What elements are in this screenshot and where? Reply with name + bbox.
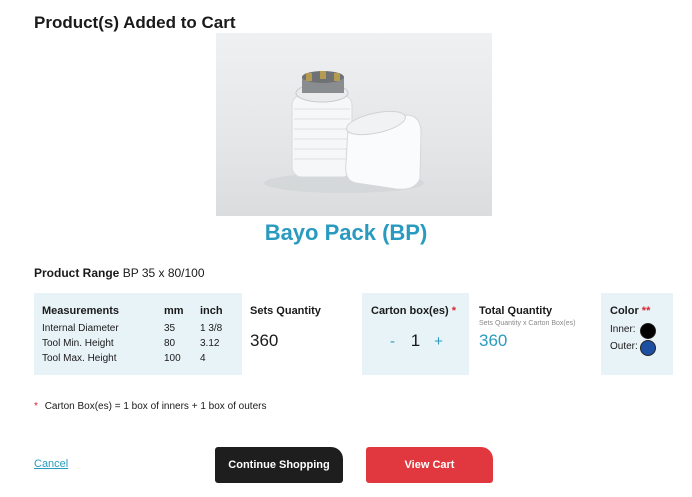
measurement-label: Tool Min. Height xyxy=(42,338,114,349)
table-row: Tool Min. Height 80 3.12 xyxy=(42,336,236,351)
total-quantity-title: Total Quantity xyxy=(479,305,553,317)
carton-panel: Carton box(es) * - 1 + xyxy=(362,293,469,375)
container-lid xyxy=(345,110,422,190)
measurement-label: Internal Diameter xyxy=(42,323,119,334)
product-name: Bayo Pack (BP) xyxy=(264,220,428,245)
color-title: Color ** xyxy=(610,305,650,317)
measurement-inch: 1 3/8 xyxy=(200,323,223,334)
inner-color-swatch[interactable] xyxy=(640,323,656,339)
measurement-mm: 80 xyxy=(164,338,176,349)
measurement-mm: 35 xyxy=(164,323,176,334)
product-image xyxy=(216,33,492,216)
note-mark: * xyxy=(34,401,38,412)
measurement-inch: 4 xyxy=(200,353,206,364)
product-range-label: Product Range xyxy=(34,266,120,280)
color-title-label: Color xyxy=(610,305,639,317)
product-range-value: BP 35 x 80/100 xyxy=(122,266,205,280)
quantity-value[interactable]: 1 xyxy=(404,331,428,351)
product-range: Product Range BP 35 x 80/100 xyxy=(34,266,205,280)
increment-button[interactable]: + xyxy=(428,333,450,350)
measurement-inch: 3.12 xyxy=(200,338,220,349)
sets-quantity-value: 360 xyxy=(250,331,279,350)
required-mark: * xyxy=(451,305,456,317)
measurements-header: Measurements xyxy=(42,305,120,317)
cancel-link[interactable]: Cancel xyxy=(34,458,68,470)
view-cart-button[interactable]: View Cart xyxy=(366,447,493,483)
decrement-button[interactable]: - xyxy=(382,333,404,350)
cutting-tool xyxy=(295,71,349,103)
carton-title-label: Carton box(es) xyxy=(371,305,449,317)
sets-quantity-title: Sets Quantity xyxy=(250,305,321,317)
color-panel: Color ** Inner: Outer: xyxy=(601,293,673,375)
inner-color-row: Inner: xyxy=(610,324,636,335)
page-title: Product(s) Added to Cart xyxy=(34,13,236,32)
outer-color-label: Outer: xyxy=(610,341,638,352)
measurements-panel: Measurements mm inch Internal Diameter 3… xyxy=(34,293,242,375)
outer-color-swatch[interactable] xyxy=(640,340,656,356)
mm-header: mm xyxy=(164,305,184,317)
carton-note: * Carton Box(es) = 1 box of inners + 1 b… xyxy=(34,401,266,412)
outer-color-row: Outer: xyxy=(610,341,638,352)
table-row: Internal Diameter 35 1 3/8 xyxy=(42,321,236,336)
total-quantity-subtitle: Sets Quantity x Carton Box(es) xyxy=(479,320,576,327)
inner-color-label: Inner: xyxy=(610,324,636,335)
measurement-mm: 100 xyxy=(164,353,181,364)
product-photo xyxy=(264,71,424,193)
total-quantity-value: 360 xyxy=(479,331,508,350)
measurements-table: Measurements mm inch Internal Diameter 3… xyxy=(42,305,236,366)
measurement-label: Tool Max. Height xyxy=(42,353,117,364)
table-row: Tool Max. Height 100 4 xyxy=(42,351,236,366)
container-body xyxy=(291,94,353,178)
continue-shopping-button[interactable]: Continue Shopping xyxy=(215,447,343,483)
quantity-stepper: - 1 + xyxy=(362,331,469,351)
required-mark: ** xyxy=(641,305,651,317)
carton-title: Carton box(es) * xyxy=(371,305,456,317)
inch-header: inch xyxy=(200,305,223,317)
note-text: Carton Box(es) = 1 box of inners + 1 box… xyxy=(44,401,267,412)
